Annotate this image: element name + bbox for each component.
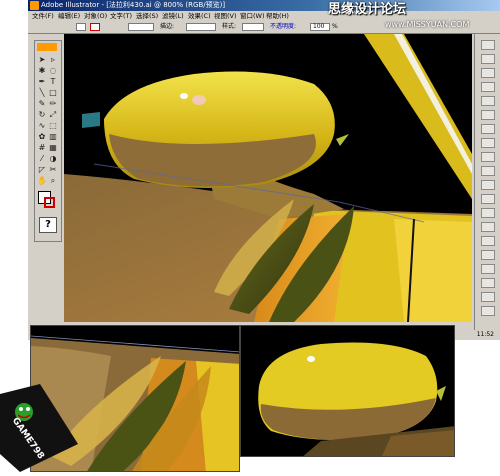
ai-logo-icon [37,43,57,51]
illustrator-window: Adobe Illustrator - [法拉利430.ai @ 800% (R… [28,0,500,340]
eyedropper-icon[interactable]: ⁄ [37,154,47,163]
navigator-panel-icon[interactable] [481,40,495,50]
rotate-icon[interactable]: ↻ [37,110,47,119]
stroke-panel-icon[interactable] [481,96,495,106]
menu-view[interactable]: 视图(V) [214,11,237,21]
watermark-url: www.MISSYUAN.COM [385,20,470,29]
brush-select[interactable] [186,23,216,31]
layers-panel-icon[interactable] [481,152,495,162]
tools-panel: ➤ ▹ ✱ ◌ ✒ T ╲ □ ✎ ✏ ↻ ⤢ ∿ ⬚ ✿ ▥ # ▦ ⁄ ◑ … [34,40,62,242]
mesh-icon[interactable]: # [37,143,47,152]
menu-edit[interactable]: 编辑(E) [58,11,80,21]
direct-select-icon[interactable]: ▹ [48,55,58,64]
line-icon[interactable]: ╲ [37,88,47,97]
stroke-weight-field[interactable] [128,23,154,31]
graph-icon[interactable]: ▥ [48,132,58,141]
menu-file[interactable]: 文件(F) [32,11,54,21]
stroke-color-icon[interactable] [44,197,55,208]
window-title: Adobe Illustrator - [法拉利430.ai @ 800% (R… [41,1,226,9]
appearance-panel-icon[interactable] [481,138,495,148]
artboard-canvas[interactable] [64,34,472,322]
character-panel-icon[interactable] [481,278,495,288]
opacity-field[interactable]: 100 [310,23,330,31]
brushes-panel-icon[interactable] [481,180,495,190]
style-label: 样式: [222,23,237,30]
swatches-panel-icon[interactable] [481,82,495,92]
fill-swatch[interactable] [76,23,86,31]
menu-type[interactable]: 文字(T) [110,11,132,21]
tabs-panel-icon[interactable] [481,306,495,316]
green-tab-shape [336,134,349,146]
pathfinder-panel-icon[interactable] [481,222,495,232]
magic-wand-icon[interactable]: ✱ [37,66,47,75]
type-icon[interactable]: T [48,77,58,86]
menu-window[interactable]: 窗口(W) [240,11,265,21]
info-panel-icon[interactable] [481,54,495,64]
stroke-label: 描边: [160,23,175,30]
gradient-icon[interactable]: ▦ [48,143,58,152]
zoom-icon[interactable]: ⌕ [48,176,58,185]
help-icon[interactable]: ? [39,217,57,233]
graphic-styles-panel-icon[interactable] [481,194,495,204]
free-transform-icon[interactable]: ⬚ [48,121,58,130]
transform-panel-icon[interactable] [481,236,495,246]
menu-filter[interactable]: 滤镜(L) [162,11,184,21]
stroke-swatch[interactable] [90,23,100,31]
gradient-panel-icon[interactable] [481,110,495,120]
mirror-artwork [64,34,472,322]
teal-edge-shape [82,112,100,128]
scale-icon[interactable]: ⤢ [48,110,58,119]
rectangle-icon[interactable]: □ [48,88,58,97]
brush-icon[interactable]: ✎ [37,99,47,108]
menu-effect[interactable]: 效果(C) [188,11,211,21]
menu-select[interactable]: 选择(S) [136,11,158,21]
lasso-icon[interactable]: ◌ [48,66,58,75]
illustrator-app-icon [30,1,39,10]
style-select[interactable] [242,23,264,31]
blend-icon[interactable]: ◑ [48,154,58,163]
transparency-panel-icon[interactable] [481,124,495,134]
game798-logo: GAME798 [0,384,78,472]
warp-icon[interactable]: ∿ [37,121,47,130]
menu-help[interactable]: 帮助(H) [266,11,289,21]
body-panel-highlight [394,219,472,322]
zoom-inset-right [240,325,455,457]
mirror-specular-dot [180,93,188,99]
clock: 11:52 [476,331,494,338]
links-panel-icon[interactable] [481,264,495,274]
windshield-frame [364,34,472,199]
paragraph-panel-icon[interactable] [481,292,495,302]
opacity-label: 不透明度: [270,23,297,30]
slice-icon[interactable]: ◸ [37,165,47,174]
align-panel-icon[interactable] [481,208,495,218]
actions-panel-icon[interactable] [481,250,495,260]
hand-icon[interactable]: ✋ [37,176,47,185]
menu-object[interactable]: 对象(O) [84,11,107,21]
watermark-title: 思缘设计论坛 [328,2,407,17]
pencil-icon[interactable]: ✏ [48,99,58,108]
title-bar: Adobe Illustrator - [法拉利430.ai @ 800% (R… [28,0,500,11]
inset-right-artwork [241,326,454,456]
palette-dock [474,34,500,334]
color-panel-icon[interactable] [481,68,495,78]
symbols-panel-icon[interactable] [481,166,495,176]
selection-icon[interactable]: ➤ [37,55,47,64]
opacity-unit: % [332,23,338,30]
mirror-glare [192,95,206,105]
scissors-icon[interactable]: ✂ [48,165,58,174]
pen-icon[interactable]: ✒ [37,77,47,86]
symbol-sprayer-icon[interactable]: ✿ [37,132,47,141]
